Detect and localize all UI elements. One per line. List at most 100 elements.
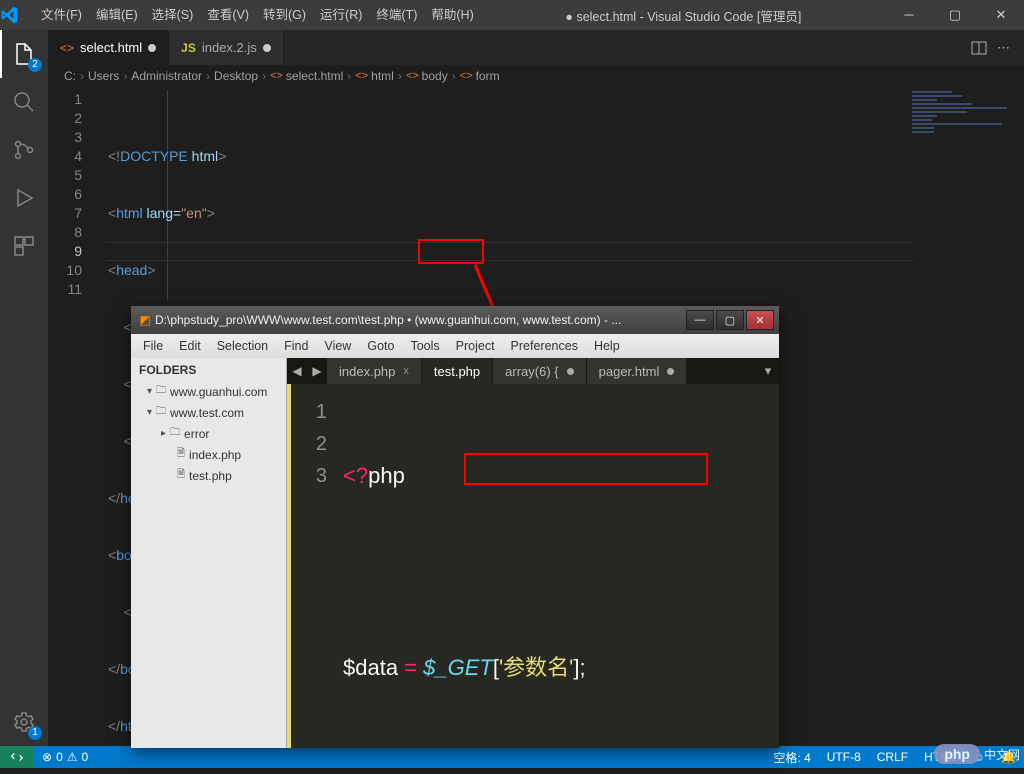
menu-file[interactable]: 文件(F)	[34, 0, 89, 30]
tab-dropdown-icon[interactable]: ▾	[757, 358, 779, 384]
remote-indicator-icon[interactable]	[0, 746, 34, 768]
sublime-menu-help[interactable]: Help	[586, 339, 628, 353]
sublime-menu-goto[interactable]: Goto	[359, 339, 402, 353]
watermark: php中文网	[934, 744, 1020, 764]
menu-terminal[interactable]: 终端(T)	[369, 0, 424, 30]
sublime-sidebar: FOLDERS ▾🗀www.guanhui.com ▾🗀www.test.com…	[131, 358, 287, 748]
tree-file[interactable]: 🗎test.php	[137, 465, 286, 486]
file-icon: 🗎	[177, 467, 185, 484]
sublime-menu-selection[interactable]: Selection	[209, 339, 276, 353]
settings-badge: 1	[28, 726, 42, 740]
breadcrumb-part[interactable]: Administrator	[131, 69, 202, 83]
activity-extensions-icon[interactable]	[0, 222, 48, 270]
menu-selection[interactable]: 选择(S)	[145, 0, 201, 30]
window-title: ● select.html - Visual Studio Code [管理员]	[481, 6, 886, 25]
folder-icon: 🗀	[170, 425, 180, 442]
vscode-icon	[0, 6, 34, 24]
breadcrumb-part[interactable]: select.html	[286, 69, 343, 83]
split-editor-icon[interactable]	[971, 40, 987, 56]
breadcrumb-part[interactable]: Users	[88, 69, 119, 83]
tree-folder[interactable]: ▾🗀www.guanhui.com	[137, 381, 286, 402]
status-encoding[interactable]: UTF-8	[819, 750, 869, 764]
close-button[interactable]: ✕	[978, 0, 1024, 30]
breadcrumb-part[interactable]: body	[422, 69, 448, 83]
sublime-menu-edit[interactable]: Edit	[171, 339, 209, 353]
sublime-menu-bar: File Edit Selection Find View Goto Tools…	[131, 334, 779, 358]
menu-help[interactable]: 帮助(H)	[424, 0, 480, 30]
js-file-icon: JS	[181, 41, 196, 55]
tree-folder[interactable]: ▸🗀error	[137, 423, 286, 444]
status-eol[interactable]: CRLF	[869, 750, 916, 764]
sublime-tabs: ◀ ▶ index.phpx test.php array(6) { pager…	[287, 358, 779, 384]
sublime-code[interactable]: <?php $data = $_GET['参数名'];	[335, 384, 779, 748]
folder-icon: 🗀	[156, 383, 166, 400]
warning-icon: ⚠	[67, 750, 78, 764]
breadcrumb[interactable]: C:› Users› Administrator› Desktop› <> se…	[48, 65, 1024, 87]
sublime-tab-active[interactable]: test.php	[422, 358, 493, 384]
tab-index-2-js[interactable]: JS index.2.js	[169, 30, 284, 65]
sublime-editor[interactable]: 123 <?php $data = $_GET['参数名'];	[287, 384, 779, 748]
modified-dot-icon[interactable]	[148, 44, 156, 52]
activity-search-icon[interactable]	[0, 78, 48, 126]
sublime-close-button[interactable]: ✕	[746, 310, 774, 330]
sublime-tab[interactable]: pager.html	[587, 358, 688, 384]
php-pill: php	[934, 744, 980, 764]
modified-dot-icon[interactable]	[263, 44, 271, 52]
tree-file[interactable]: 🗎index.php	[137, 444, 286, 465]
sublime-menu-view[interactable]: View	[316, 339, 359, 353]
html-file-icon: <>	[60, 41, 74, 55]
sublime-folder-tree[interactable]: ▾🗀www.guanhui.com ▾🗀www.test.com ▸🗀error…	[131, 381, 286, 486]
activity-debug-icon[interactable]	[0, 174, 48, 222]
sublime-app-icon: ◩	[135, 313, 155, 327]
more-actions-icon[interactable]: ⋯	[997, 40, 1010, 56]
sublime-menu-find[interactable]: Find	[276, 339, 316, 353]
close-icon[interactable]: x	[403, 365, 409, 377]
sublime-tab[interactable]: index.phpx	[327, 358, 422, 384]
error-icon: ⊗	[42, 750, 52, 764]
activity-scm-icon[interactable]	[0, 126, 48, 174]
activity-explorer-icon[interactable]: 2	[0, 30, 48, 78]
menu-edit[interactable]: 编辑(E)	[89, 0, 145, 30]
minimap[interactable]	[912, 91, 1012, 121]
menu-run[interactable]: 运行(R)	[313, 0, 369, 30]
sublime-menu-preferences[interactable]: Preferences	[503, 339, 586, 353]
line-number-gutter: 1234567891011	[48, 90, 98, 299]
tab-nav-prev-icon[interactable]: ◀	[287, 358, 307, 384]
breadcrumb-part[interactable]: form	[476, 69, 500, 83]
status-bar: ⊗0 ⚠0 空格: 4 UTF-8 CRLF HTML ☺ 🔔	[0, 746, 1024, 768]
tab-label: index.2.js	[202, 40, 257, 55]
sublime-tab[interactable]: array(6) {	[493, 358, 586, 384]
menu-view[interactable]: 查看(V)	[200, 0, 256, 30]
tab-label: select.html	[80, 40, 142, 55]
status-errors[interactable]: ⊗0 ⚠0	[34, 750, 96, 764]
sublime-menu-tools[interactable]: Tools	[402, 339, 447, 353]
minimize-button[interactable]: ─	[886, 0, 932, 30]
sublime-window: ◩ D:\phpstudy_pro\WWW\www.test.com\test.…	[131, 306, 779, 748]
title-bar: 文件(F) 编辑(E) 选择(S) 查看(V) 转到(G) 运行(R) 终端(T…	[0, 0, 1024, 30]
sublime-title-bar[interactable]: ◩ D:\phpstudy_pro\WWW\www.test.com\test.…	[131, 306, 779, 334]
activity-settings-icon[interactable]: 1	[0, 698, 48, 746]
editor-tabs: <> select.html JS index.2.js ⋯	[48, 30, 1024, 65]
sublime-folders-header: FOLDERS	[131, 358, 286, 381]
breadcrumb-part[interactable]: html	[371, 69, 394, 83]
tab-select-html[interactable]: <> select.html	[48, 30, 169, 65]
menu-go[interactable]: 转到(G)	[256, 0, 313, 30]
sublime-menu-file[interactable]: File	[135, 339, 171, 353]
maximize-button[interactable]: ▢	[932, 0, 978, 30]
folder-icon: 🗀	[156, 404, 166, 421]
tree-folder[interactable]: ▾🗀www.test.com	[137, 402, 286, 423]
modified-dot-icon	[667, 368, 674, 375]
tab-nav-next-icon[interactable]: ▶	[307, 358, 327, 384]
explorer-badge: 2	[28, 58, 42, 72]
modified-dot-icon	[567, 368, 574, 375]
sublime-gutter: 123	[287, 384, 335, 748]
activity-bar: 2 1	[0, 30, 48, 746]
status-spaces[interactable]: 空格: 4	[765, 749, 818, 766]
sublime-window-title: D:\phpstudy_pro\WWW\www.test.com\test.ph…	[155, 313, 685, 327]
breadcrumb-part[interactable]: C:	[64, 69, 76, 83]
sublime-minimize-button[interactable]: —	[686, 310, 714, 330]
sublime-maximize-button[interactable]: ▢	[716, 310, 744, 330]
file-icon: 🗎	[177, 446, 185, 463]
sublime-menu-project[interactable]: Project	[448, 339, 503, 353]
breadcrumb-part[interactable]: Desktop	[214, 69, 258, 83]
